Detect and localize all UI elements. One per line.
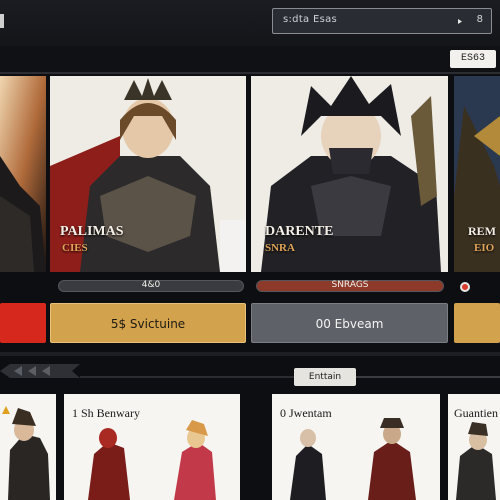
hero-name: REM <box>468 224 496 238</box>
section-divider <box>0 352 500 356</box>
search-count: 8 <box>476 14 483 25</box>
character-card[interactable]: 1 Sh Benwary <box>64 394 240 500</box>
top-badge[interactable]: ES63 <box>450 50 496 68</box>
gold-action-button[interactable]: 5$ Svictuine <box>50 303 246 343</box>
section-label[interactable]: Enttain <box>294 368 356 386</box>
character-card[interactable]: 0 Jwentam <box>272 394 440 500</box>
character-art <box>2 406 50 500</box>
chevron-left-icon[interactable] <box>0 364 80 378</box>
menu-icon[interactable] <box>0 14 4 28</box>
stat-bar: 4&0 <box>58 280 244 292</box>
hero-card[interactable]: REM EIO <box>454 76 500 272</box>
section-line <box>80 376 294 378</box>
card-panel <box>220 220 246 272</box>
hero-card[interactable]: PALIMAS CIES <box>50 76 246 272</box>
hero-name: PALIMAS <box>60 224 124 239</box>
stat-value: 4&0 <box>141 280 161 290</box>
red-action-button[interactable] <box>0 303 46 343</box>
hero-card[interactable] <box>0 76 46 272</box>
gold-action-button-edge[interactable] <box>454 303 500 343</box>
gray-action-button[interactable]: 00 Ebveam <box>251 303 448 343</box>
top-bar: s:dta Esas 8 <box>0 0 500 47</box>
status-dot-icon <box>460 282 470 292</box>
filter-strip <box>0 46 500 74</box>
hero-card[interactable]: DARENTE SNRA <box>251 76 448 272</box>
hero-name: DARENTE <box>265 224 334 239</box>
search-input[interactable]: s:dta Esas <box>283 14 337 25</box>
character-art <box>88 420 216 500</box>
hero-class: EIO <box>474 242 495 254</box>
stat-value: SNRAGS <box>331 280 369 290</box>
character-card[interactable] <box>0 394 56 500</box>
character-art <box>290 418 416 500</box>
hero-class: CIES <box>62 242 88 254</box>
character-card[interactable]: Guantien <box>448 394 500 500</box>
character-art <box>456 422 496 500</box>
hero-portrait <box>0 76 46 272</box>
section-line <box>356 376 500 378</box>
divider <box>0 72 500 74</box>
arrow-icon[interactable] <box>449 16 463 26</box>
stat-bar: SNRAGS <box>256 280 444 292</box>
hero-class: SNRA <box>265 242 295 254</box>
search-box[interactable]: s:dta Esas 8 <box>272 8 492 34</box>
